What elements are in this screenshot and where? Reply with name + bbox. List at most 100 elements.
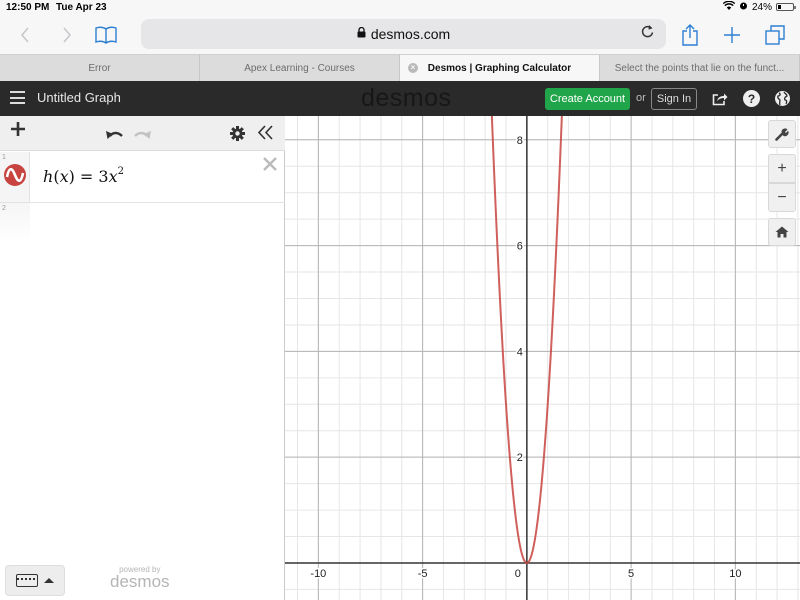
double-chevron-left-icon <box>257 125 273 140</box>
undo-button[interactable] <box>106 125 123 146</box>
delete-expression-button[interactable] <box>262 155 278 178</box>
url-text: desmos.com <box>370 26 451 42</box>
settings-button[interactable] <box>230 125 245 146</box>
powered-by-logo: desmos <box>110 572 170 591</box>
status-bar: 12:50 PM Tue Apr 23 24% <box>0 0 800 16</box>
x-tick-label: 5 <box>628 568 634 580</box>
undo-icon <box>106 131 123 139</box>
add-item-button[interactable] <box>10 121 26 142</box>
desmos-header: Untitled Graph desmos Create Account or … <box>0 81 800 116</box>
gear-icon <box>230 126 245 141</box>
x-tick-label: 10 <box>729 568 741 580</box>
y-tick-label: 6 <box>517 241 523 253</box>
tab-label: Select the points that lie on the funct.… <box>614 62 785 74</box>
y-tick-label: 8 <box>517 135 523 147</box>
battery-icon <box>776 3 796 11</box>
expression-index: 2 <box>2 205 6 212</box>
share-button[interactable] <box>680 20 700 50</box>
default-viewport-button[interactable] <box>768 218 796 246</box>
help-button[interactable]: ? <box>743 90 760 107</box>
keyboard-toggle-button[interactable] <box>5 565 65 596</box>
alarm-icon <box>739 1 748 13</box>
x-tick-label: -5 <box>418 568 428 580</box>
new-tab-button[interactable] <box>722 20 742 50</box>
forward-button[interactable] <box>58 20 76 50</box>
browser-tab[interactable]: Select the points that lie on the funct.… <box>600 55 800 81</box>
function-variable: x <box>59 167 69 186</box>
function-coefficient: 3 <box>98 167 109 186</box>
create-account-button[interactable]: Create Account <box>545 88 630 110</box>
function-base: x <box>108 167 118 186</box>
lock-icon <box>357 26 366 41</box>
plus-icon <box>11 122 25 136</box>
menu-icon[interactable] <box>10 91 25 104</box>
wrench-icon <box>775 128 789 141</box>
zoom-in-icon: + <box>777 159 787 177</box>
redo-button[interactable] <box>134 125 151 146</box>
help-icon: ? <box>747 91 756 106</box>
language-button[interactable] <box>774 90 791 107</box>
sign-in-button[interactable]: Sign In <box>651 88 697 110</box>
axes <box>285 116 800 600</box>
battery-fill <box>778 5 782 9</box>
x-tick-label: -10 <box>310 568 326 580</box>
reload-icon <box>641 25 654 38</box>
function-name: h <box>43 167 54 186</box>
chevron-right-icon <box>63 27 72 43</box>
expression-formula[interactable]: h(x) = 3x2 <box>43 165 125 186</box>
zoom-in-button[interactable]: + <box>768 154 796 183</box>
tabs-button[interactable] <box>764 20 786 50</box>
share-icon <box>682 24 698 46</box>
expression-index: 1 <box>2 154 6 161</box>
desmos-logo: desmos <box>361 84 452 112</box>
graph-title[interactable]: Untitled Graph <box>37 90 121 105</box>
status-time: 12:50 PM <box>6 2 50 13</box>
tab-label: Desmos | Graphing Calculator <box>427 62 572 74</box>
expression-panel: 1 h(x) = 3x2 2 powered by desmos <box>0 116 285 600</box>
browser-tabs: Error Apex Learning - Courses × Desmos |… <box>0 54 800 81</box>
zoom-out-button[interactable]: − <box>768 183 796 212</box>
browser-toolbar: desmos.com <box>0 16 800 54</box>
minor-gridlines <box>285 116 800 600</box>
bookmarks-button[interactable] <box>94 20 118 50</box>
major-gridlines <box>285 116 800 600</box>
browser-tab[interactable]: Apex Learning - Courses <box>200 55 400 81</box>
status-right: 24% <box>722 0 796 13</box>
collapse-panel-button[interactable] <box>257 124 273 145</box>
reload-button[interactable] <box>641 24 654 43</box>
graph-visibility-toggle[interactable] <box>4 164 26 186</box>
expression-row-empty[interactable]: 2 <box>0 203 285 243</box>
address-bar[interactable]: desmos.com <box>141 19 666 49</box>
tick-labels: -10 -5 0 5 10 2 4 6 8 <box>309 133 743 581</box>
graph-canvas[interactable]: -10 -5 0 5 10 2 4 6 8 <box>285 116 800 600</box>
y-tick-label: 2 <box>517 452 523 464</box>
tab-label: Error <box>88 62 111 74</box>
back-button[interactable] <box>16 20 34 50</box>
status-date: Tue Apr 23 <box>56 2 107 13</box>
expression-gutter: 1 <box>0 152 30 202</box>
expression-toolbar <box>0 116 285 151</box>
keyboard-icon <box>16 574 38 587</box>
wave-icon <box>5 167 25 183</box>
battery-percent: 24% <box>751 1 772 13</box>
chevron-left-icon <box>20 27 29 43</box>
expression-gutter: 2 <box>0 203 30 243</box>
share-graph-button[interactable] <box>711 90 728 107</box>
tabs-icon <box>765 25 785 45</box>
or-label: or <box>636 92 646 104</box>
globe-icon <box>775 91 790 106</box>
expression-row[interactable]: 1 h(x) = 3x2 <box>0 152 285 203</box>
caret-up-icon <box>44 578 54 583</box>
browser-tab-active[interactable]: × Desmos | Graphing Calculator <box>400 55 600 81</box>
graph-paper[interactable]: -10 -5 0 5 10 2 4 6 8 <box>285 116 800 600</box>
x-tick-label: 0 <box>515 568 521 580</box>
graph-settings-button[interactable] <box>768 120 796 148</box>
wifi-icon <box>722 0 736 13</box>
y-tick-label: 4 <box>517 346 523 358</box>
redo-icon <box>134 131 151 139</box>
book-icon <box>95 26 117 44</box>
browser-tab[interactable]: Error <box>0 55 200 81</box>
function-exponent: 2 <box>117 165 125 177</box>
home-icon <box>775 226 789 238</box>
close-tab-icon[interactable]: × <box>408 63 418 73</box>
